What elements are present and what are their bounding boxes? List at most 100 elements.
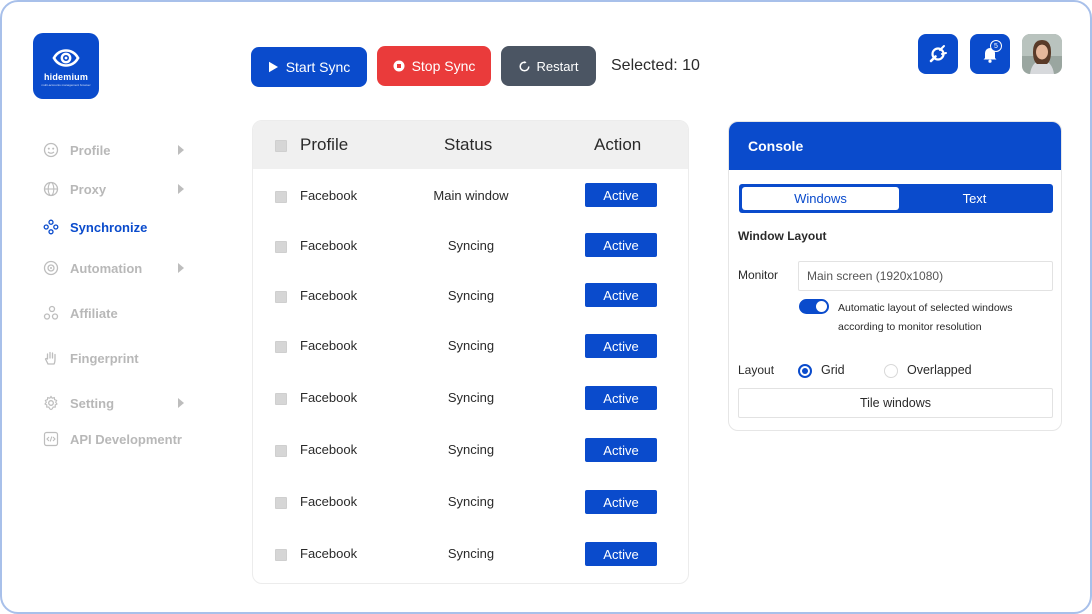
notification-badge: 5 — [990, 40, 1002, 52]
caret-right-icon — [178, 145, 184, 155]
table-row: Facebook Syncing Active — [253, 283, 688, 323]
layout-label: Layout — [738, 363, 775, 377]
table-row: Facebook Main window Active — [253, 183, 688, 223]
row-checkbox[interactable] — [275, 497, 287, 509]
sidebar-item-label: Automation — [70, 260, 143, 276]
auto-layout-line-2: according to monitor resolution — [838, 321, 982, 333]
table-row: Facebook Syncing Active — [253, 334, 688, 374]
monitor-select[interactable] — [798, 261, 1053, 291]
profile-table: Profile Status Action Facebook Main wind… — [252, 120, 689, 584]
row-active-button[interactable]: Active — [585, 438, 657, 462]
row-profile: Facebook — [300, 546, 358, 561]
layout-grid-radio[interactable] — [798, 364, 812, 378]
row-checkbox[interactable] — [275, 341, 287, 353]
row-status: Syncing — [447, 546, 495, 561]
stop-icon — [393, 60, 405, 72]
row-checkbox[interactable] — [275, 445, 287, 457]
sidebar-item-automation[interactable]: Automation — [42, 257, 192, 279]
console-panel: Console Windows Text Window Layout Monit… — [728, 121, 1062, 431]
table-row: Facebook Syncing Active — [253, 386, 688, 426]
sync-icon — [42, 219, 59, 236]
stop-sync-label: Stop Sync — [411, 58, 476, 74]
affiliate-icon — [42, 305, 59, 322]
layout-overlapped-radio[interactable] — [884, 364, 898, 378]
sidebar-item-synchronize[interactable]: Synchronize — [42, 216, 192, 238]
row-active-button[interactable]: Active — [585, 233, 657, 257]
row-active-button[interactable]: Active — [585, 334, 657, 358]
row-checkbox[interactable] — [275, 191, 287, 203]
row-profile: Facebook — [300, 390, 358, 405]
sidebar-item-profile[interactable]: Profile — [42, 139, 192, 161]
globe-icon — [42, 181, 59, 198]
app-frame: hidemium multi-accounts management brows… — [0, 0, 1092, 614]
row-checkbox[interactable] — [275, 549, 287, 561]
layout-overlapped-label: Overlapped — [907, 363, 972, 377]
sidebar-item-label: Proxy — [70, 181, 107, 197]
table-row: Facebook Syncing Active — [253, 542, 688, 582]
notifications-button[interactable]: 5 — [970, 34, 1010, 74]
row-status: Syncing — [447, 238, 495, 253]
hand-icon — [42, 350, 59, 367]
row-active-button[interactable]: Active — [585, 542, 657, 566]
row-active-button[interactable]: Active — [585, 283, 657, 307]
row-profile: Facebook — [300, 288, 358, 303]
column-header-status: Status — [444, 135, 493, 154]
auto-layout-description: Automatic layout of selected windows acc… — [838, 299, 1053, 337]
column-header-action: Action — [594, 135, 642, 154]
row-active-button[interactable]: Active — [585, 386, 657, 410]
start-sync-button[interactable]: Start Sync — [251, 47, 367, 87]
row-checkbox[interactable] — [275, 241, 287, 253]
auto-layout-toggle[interactable] — [799, 299, 829, 314]
tab-windows[interactable]: Windows — [742, 187, 899, 210]
sidebar-item-affiliate[interactable]: Affiliate — [42, 302, 192, 324]
user-avatar[interactable] — [1022, 34, 1062, 74]
brand-logo[interactable]: hidemium multi-accounts management brows… — [33, 33, 99, 99]
sidebar-item-setting[interactable]: Setting — [42, 392, 192, 414]
caret-right-icon — [178, 184, 184, 194]
row-profile: Facebook — [300, 238, 358, 253]
row-active-button[interactable]: Active — [585, 490, 657, 514]
row-profile: Facebook — [300, 338, 358, 353]
table-header: Profile Status Action — [253, 121, 688, 169]
sidebar-item-label: Synchronize — [70, 219, 148, 235]
brand-name: hidemium — [43, 72, 89, 82]
restart-button[interactable]: Restart — [501, 46, 596, 86]
row-profile: Facebook — [300, 188, 358, 203]
brand-tagline: multi-accounts management browser — [41, 83, 91, 87]
row-profile: Facebook — [300, 442, 358, 457]
row-status: Syncing — [447, 494, 495, 509]
sidebar-item-label: Setting — [70, 395, 115, 411]
row-status: Syncing — [447, 338, 495, 353]
row-profile: Facebook — [300, 494, 358, 509]
restart-icon — [519, 60, 530, 72]
sidebar-item-label: API Developmentr — [70, 431, 182, 447]
table-row: Facebook Syncing Active — [253, 438, 688, 478]
play-icon — [268, 61, 279, 73]
avatar-photo — [1022, 34, 1062, 74]
row-active-button[interactable]: Active — [585, 183, 657, 207]
monitor-label: Monitor — [738, 268, 779, 282]
start-sync-label: Start Sync — [285, 59, 351, 75]
stop-sync-button[interactable]: Stop Sync — [377, 46, 491, 86]
row-checkbox[interactable] — [275, 291, 287, 303]
select-all-checkbox[interactable] — [275, 140, 287, 152]
table-row: Facebook Syncing Active — [253, 233, 688, 273]
row-status: Syncing — [447, 442, 495, 457]
row-status: Syncing — [447, 288, 495, 303]
tab-text[interactable]: Text — [899, 187, 1050, 210]
gear-icon — [42, 395, 59, 412]
column-header-profile: Profile — [300, 135, 349, 154]
restart-label: Restart — [536, 58, 579, 74]
code-icon — [42, 431, 59, 448]
sidebar-item-fingerprint[interactable]: Fingerprint — [42, 347, 192, 369]
row-checkbox[interactable] — [275, 393, 287, 405]
caret-right-icon — [178, 263, 184, 273]
sidebar-item-api-development[interactable]: API Developmentr — [42, 428, 192, 450]
sidebar-item-proxy[interactable]: Proxy — [42, 178, 192, 200]
tools-button[interactable] — [918, 34, 958, 74]
selected-count: Selected: 10 — [611, 57, 700, 74]
table-row: Facebook Syncing Active — [253, 490, 688, 530]
tile-windows-button[interactable]: Tile windows — [738, 388, 1053, 418]
row-status: Main window — [433, 188, 509, 203]
profile-icon — [42, 142, 59, 159]
